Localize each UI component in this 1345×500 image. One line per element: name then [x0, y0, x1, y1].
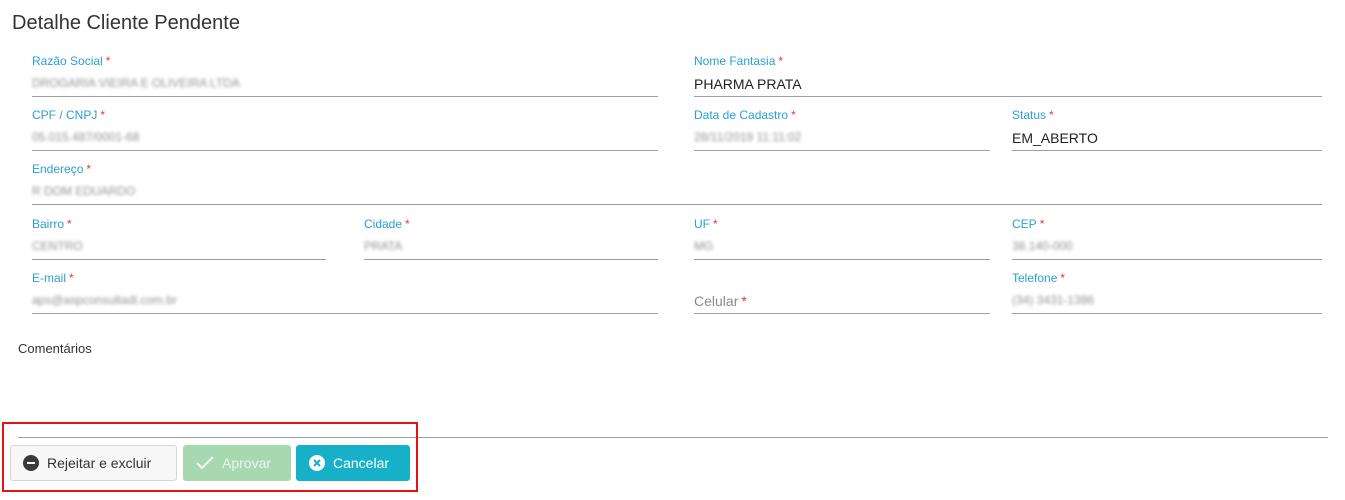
cancel-button[interactable]: Cancelar: [296, 445, 410, 481]
check-icon: [196, 455, 214, 471]
cidade-label: Cidade *: [364, 217, 410, 231]
cep-field[interactable]: CEP * 38.140-000: [998, 217, 1322, 263]
reject-and-delete-button[interactable]: Rejeitar e excluir: [10, 445, 177, 481]
nome-fantasia-underline: [694, 96, 1322, 97]
razao-social-value[interactable]: DROGARIA VIEIRA E OLIVEIRA LTDA: [32, 76, 240, 90]
cidade-underline: [364, 259, 658, 260]
uf-underline: [694, 259, 990, 260]
endereco-label: Endereço *: [32, 162, 92, 176]
nome-fantasia-value[interactable]: PHARMA PRATA: [694, 76, 802, 92]
endereco-field[interactable]: Endereço * R DOM EDUARDO: [18, 162, 1322, 208]
bairro-label: Bairro *: [32, 217, 72, 231]
data-cadastro-underline: [694, 150, 990, 151]
bairro-value[interactable]: CENTRO: [32, 239, 83, 253]
email-underline: [32, 313, 658, 314]
bairro-field[interactable]: Bairro * CENTRO: [18, 217, 326, 263]
nome-fantasia-field[interactable]: Nome Fantasia * PHARMA PRATA: [680, 54, 1322, 100]
cpf-cnpj-value[interactable]: 05.015.487/0001-68: [32, 130, 139, 144]
comments-label: Comentários: [18, 341, 92, 356]
endereco-underline: [32, 204, 1322, 205]
celular-field[interactable]: Celular *: [680, 271, 990, 317]
status-value[interactable]: EM_ABERTO: [1012, 130, 1098, 146]
cep-value[interactable]: 38.140-000: [1012, 239, 1073, 253]
celular-placeholder: Celular *: [694, 293, 747, 309]
uf-field[interactable]: UF * MG: [680, 217, 990, 263]
cep-underline: [1012, 259, 1322, 260]
data-cadastro-value[interactable]: 28/11/2019 11:11:02: [694, 130, 801, 144]
nome-fantasia-label: Nome Fantasia *: [694, 54, 784, 68]
cidade-value[interactable]: PRATA: [364, 239, 402, 253]
telefone-underline: [1012, 313, 1322, 314]
cancel-button-label: Cancelar: [333, 455, 390, 471]
cep-label: CEP *: [1012, 217, 1045, 231]
reject-button-label: Rejeitar e excluir: [47, 455, 152, 471]
razao-social-label: Razão Social *: [32, 54, 111, 68]
cpf-cnpj-field[interactable]: CPF / CNPJ * 05.015.487/0001-68: [18, 108, 658, 154]
email-label: E-mail *: [32, 271, 74, 285]
close-circle-icon: [309, 455, 325, 471]
endereco-value[interactable]: R DOM EDUARDO: [32, 184, 135, 198]
approve-button[interactable]: Aprovar: [183, 445, 291, 481]
approve-button-label: Aprovar: [222, 455, 272, 471]
email-value[interactable]: aps@aspconsultadl.com.br: [32, 293, 177, 307]
email-field[interactable]: E-mail * aps@aspconsultadl.com.br: [18, 271, 658, 317]
page-title: Detalhe Cliente Pendente: [12, 12, 240, 34]
minus-circle-icon: [23, 455, 39, 471]
telefone-value[interactable]: (34) 3431-1386: [1012, 293, 1094, 307]
cpf-cnpj-label: CPF / CNPJ *: [32, 108, 106, 122]
bairro-underline: [32, 259, 326, 260]
razao-social-field[interactable]: Razão Social * DROGARIA VIEIRA E OLIVEIRA…: [18, 54, 658, 100]
status-label: Status *: [1012, 108, 1054, 122]
telefone-field[interactable]: Telefone * (34) 3431-1386: [998, 271, 1322, 317]
cidade-field[interactable]: Cidade * PRATA: [350, 217, 658, 263]
status-underline: [1012, 150, 1322, 151]
data-cadastro-label: Data de Cadastro *: [694, 108, 796, 122]
celular-underline: [694, 313, 990, 314]
telefone-label: Telefone *: [1012, 271, 1066, 285]
uf-label: UF *: [694, 217, 718, 231]
uf-value[interactable]: MG: [694, 239, 713, 253]
cpf-cnpj-underline: [32, 150, 658, 151]
razao-social-underline: [32, 96, 658, 97]
data-cadastro-field[interactable]: Data de Cadastro * 28/11/2019 11:11:02: [680, 108, 990, 154]
client-detail-page: Detalhe Cliente Pendente Razão Social * D…: [0, 0, 1345, 500]
status-field[interactable]: Status * EM_ABERTO: [998, 108, 1322, 154]
